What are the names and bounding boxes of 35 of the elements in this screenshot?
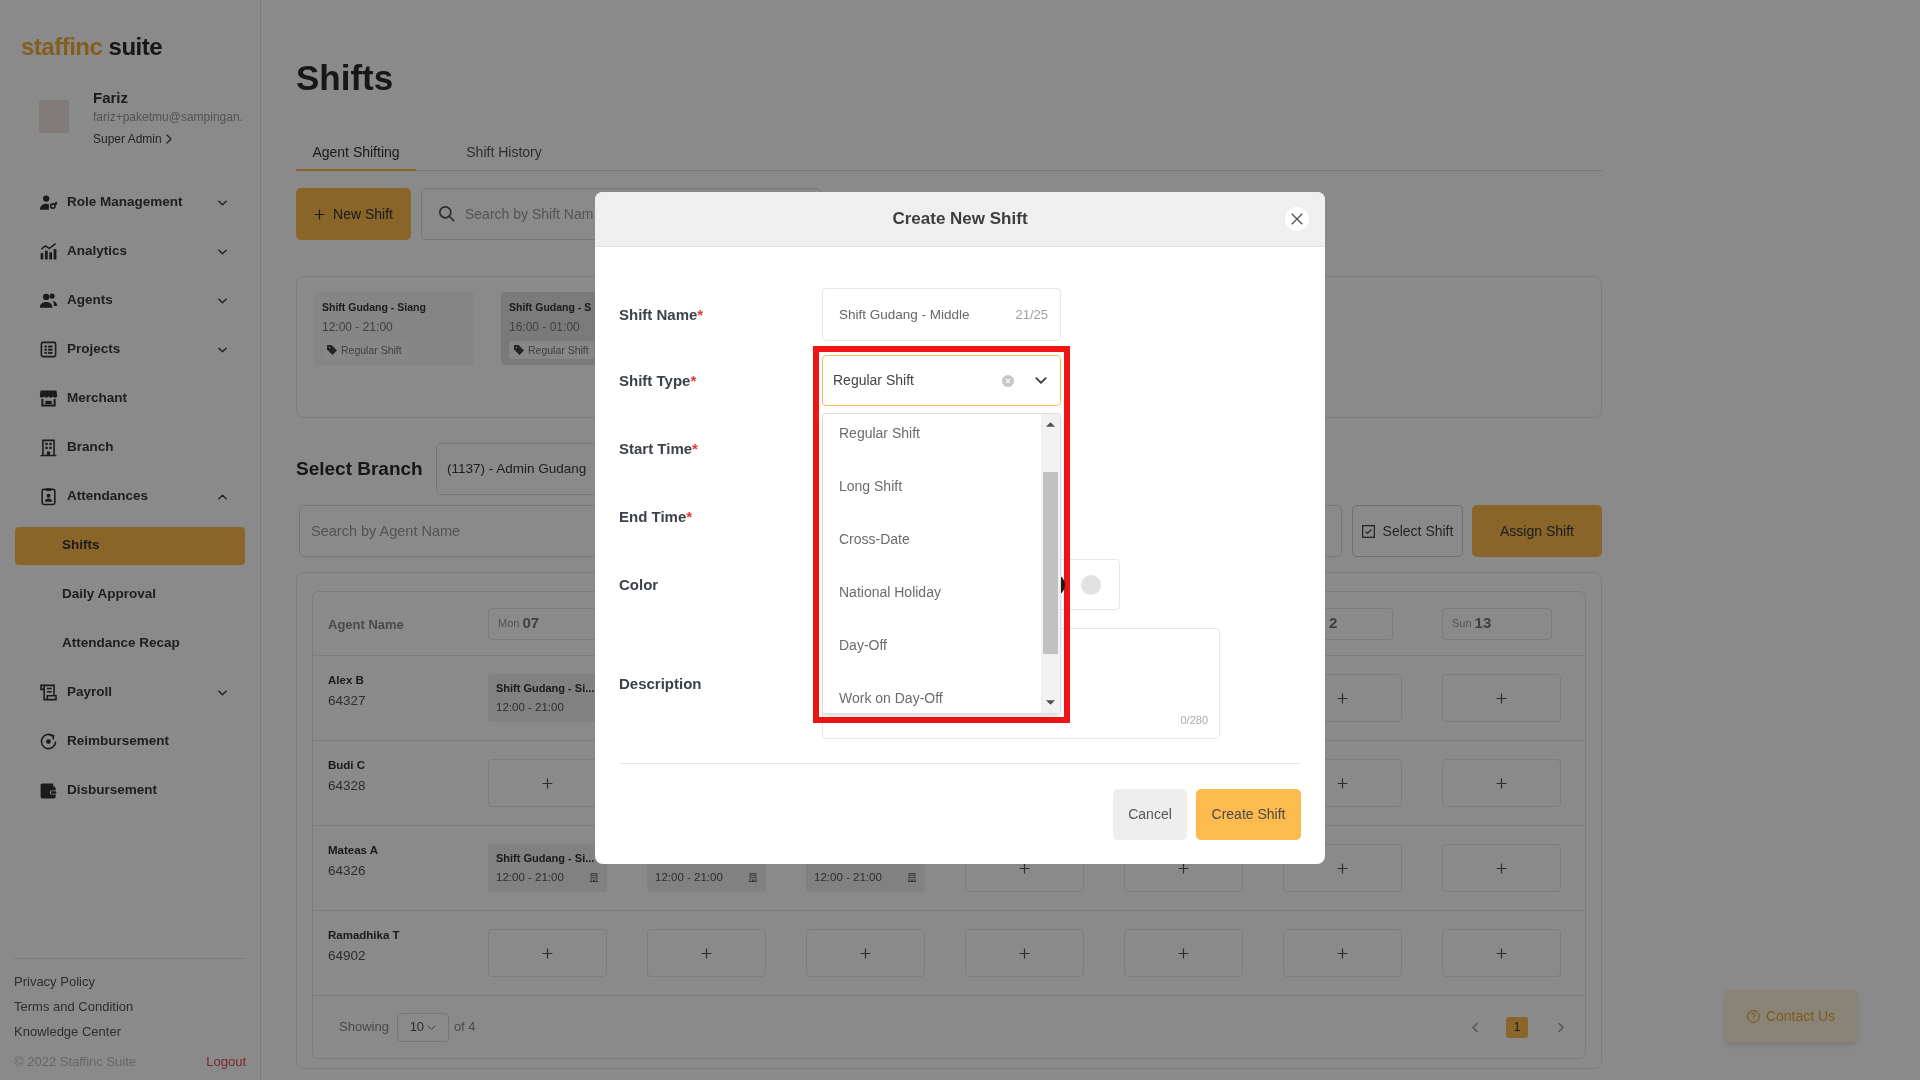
logo: staffinc suite <box>21 32 163 62</box>
shift-card-title: Shift Gudang - Siang <box>322 300 426 315</box>
pagination-label: Showing <box>339 1018 389 1037</box>
shift-time: 12:00 - 21:00 <box>496 700 564 715</box>
user-name: Fariz <box>93 88 128 108</box>
agent-name: Alex B <box>328 673 364 688</box>
pagination-total: of 4 <box>453 1018 476 1037</box>
agent-name: Mateas A <box>328 843 379 858</box>
shift-card-time: 16:00 - 01:00 <box>509 319 580 336</box>
shift-card-time: 12:00 - 21:00 <box>322 319 393 336</box>
field-label: Shift Type* <box>619 371 697 389</box>
agent-id: 64328 <box>328 777 366 795</box>
character-counter: 21/25 <box>1015 306 1048 323</box>
agent-id: 64327 <box>328 692 366 710</box>
agent-name: Budi C <box>328 758 366 773</box>
column-header: Agent Name <box>328 616 404 632</box>
shift-time: 12:00 - 21:00 <box>496 870 564 885</box>
field-label: Description <box>619 674 702 692</box>
agent-id: 64326 <box>328 862 366 880</box>
shift-type-label: Regular Shift <box>528 343 589 357</box>
shift-type-label: Regular Shift <box>341 343 402 357</box>
shift-time: 12:00 - 21:00 <box>655 870 723 885</box>
page-title: Shifts <box>296 57 394 99</box>
shift-name: Shift Gudang - Si... <box>496 851 595 866</box>
modal-title: Create New Shift <box>892 208 1028 231</box>
agent-id: 64902 <box>328 947 366 965</box>
agent-name: Ramadhika T <box>328 928 400 943</box>
shift-card-title: Shift Gudang - S <box>509 300 592 315</box>
shift-name: Shift Gudang - Si... <box>496 681 595 696</box>
shift-time: 12:00 - 21:00 <box>814 870 882 885</box>
field-label: End Time* <box>619 507 693 525</box>
field-label: Start Time* <box>619 439 698 457</box>
character-counter: 0/280 <box>1180 713 1208 727</box>
field-label: Color <box>619 575 659 593</box>
section-title: Select Branch <box>296 456 424 481</box>
